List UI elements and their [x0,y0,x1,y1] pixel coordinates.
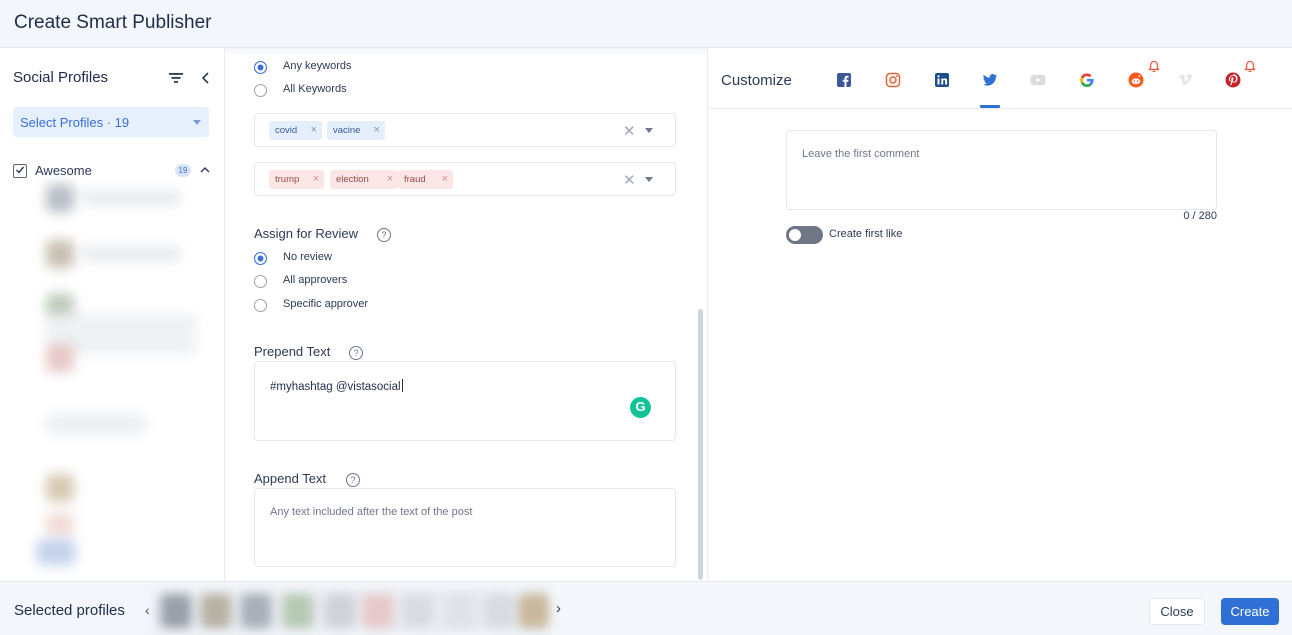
radio-button[interactable] [254,61,267,74]
twitter-icon[interactable] [982,72,998,88]
selected-profiles-label: Selected profiles [14,602,125,619]
radio-button[interactable] [254,252,267,265]
top-fade [225,48,707,56]
filter-icon[interactable] [168,70,184,86]
remove-tag-icon[interactable]: × [442,170,448,189]
social-profiles-title: Social Profiles [13,69,109,86]
facebook-icon[interactable] [836,72,852,88]
keyword-tag: covid × [269,121,322,140]
remove-tag-icon[interactable]: × [387,170,393,189]
select-profiles-dropdown[interactable]: Select Profiles · 19 [13,107,209,137]
append-text-label: Append Text [254,471,327,486]
prepend-text-field[interactable]: #myhashtag @vistasocial G [254,361,676,441]
group-name: Awesome [35,163,92,178]
chevron-left-icon[interactable]: ‹ [145,602,150,618]
pinterest-icon[interactable] [1225,72,1241,88]
keyword-tag: trump × [269,170,324,189]
close-button[interactable]: Close [1149,598,1205,625]
customize-title: Customize [721,72,792,89]
chevron-left-icon[interactable] [198,70,212,86]
radio-label: All approvers [283,274,348,286]
prepend-text-label: Prepend Text [254,344,331,359]
character-counter: 0 / 280 [1183,210,1217,222]
keyword-tag: vacine × [327,121,385,140]
append-text-field[interactable]: Any text included after the text of the … [254,488,676,567]
help-icon[interactable]: ? [346,473,360,487]
help-icon[interactable]: ? [349,346,363,360]
toggle-knob [789,229,801,241]
chevron-right-icon[interactable]: › [556,600,561,617]
radio-label: Specific approver [283,298,368,310]
help-icon[interactable]: ? [377,228,391,242]
text-cursor [401,379,403,392]
remove-tag-icon[interactable]: × [313,170,319,189]
tag-label: vacine [333,125,361,136]
caret-down-icon[interactable] [645,128,653,133]
keyword-tag: fraud × [398,170,453,189]
profiles-sidebar: Social Profiles Select Profiles · 19 Awe… [0,48,225,581]
network-tabs: Customize [708,48,1292,109]
google-icon[interactable] [1079,72,1095,88]
modal-footer: Selected profiles ‹ › Close Create [0,581,1292,635]
caret-down-icon [193,120,201,125]
first-like-toggle[interactable] [786,226,823,244]
select-profiles-label: Select Profiles · 19 [20,115,130,130]
group-count-badge: 19 [175,164,191,177]
append-placeholder: Any text included after the text of the … [270,506,473,518]
group-checkbox[interactable] [13,164,27,178]
radio-label: No review [283,251,332,263]
radio-label: All Keywords [283,83,347,95]
include-keywords-input[interactable]: covid × vacine × ✕ [254,113,676,147]
radio-button[interactable] [254,84,267,97]
settings-panel: Any keywords All Keywords covid × vacine ×… [225,48,707,581]
profile-group-row[interactable]: Awesome 19 [13,162,213,180]
clear-icon[interactable]: ✕ [623,122,636,140]
radio-button[interactable] [254,299,267,312]
first-like-label: Create first like [829,228,903,240]
remove-tag-icon[interactable]: × [374,121,380,140]
vimeo-icon[interactable] [1177,72,1193,88]
prepend-text-value: #myhashtag @vistasocial [270,379,403,393]
active-tab-indicator [980,105,1000,108]
clear-icon[interactable]: ✕ [623,171,636,189]
tag-label: trump [275,174,300,185]
first-comment-field[interactable]: Leave the first comment [786,130,1217,210]
customize-panel: Customize Leave the first comment 0 / 28… [707,48,1292,581]
tag-label: covid [275,125,298,136]
blurred-selected-profiles [153,590,549,632]
exclude-keywords-input[interactable]: trump × election × fraud × ✕ [254,162,676,196]
tag-label: fraud [404,174,426,185]
first-comment-placeholder: Leave the first comment [802,148,920,160]
youtube-icon[interactable] [1030,72,1046,88]
checkmark-icon [16,166,25,174]
chevron-up-icon[interactable] [199,165,211,175]
blurred-profile-list [32,184,202,574]
reddit-icon[interactable] [1128,72,1144,88]
instagram-icon[interactable] [885,72,901,88]
modal-header: Create Smart Publisher [0,0,1292,48]
prepend-text: #myhashtag @vistasocial [270,381,401,393]
scrollbar[interactable] [698,309,703,580]
caret-down-icon[interactable] [645,177,653,182]
remove-tag-icon[interactable]: × [311,121,317,140]
modal-title: Create Smart Publisher [14,12,212,33]
radio-label: Any keywords [283,60,352,72]
keyword-tag: election × [330,170,398,189]
tag-label: election [336,174,369,185]
create-button[interactable]: Create [1221,598,1279,625]
radio-button[interactable] [254,275,267,288]
bell-icon [1148,60,1160,73]
bell-icon [1244,60,1256,73]
grammarly-icon[interactable]: G [630,397,651,418]
linkedin-icon[interactable] [934,72,950,88]
assign-review-label: Assign for Review [254,226,359,241]
